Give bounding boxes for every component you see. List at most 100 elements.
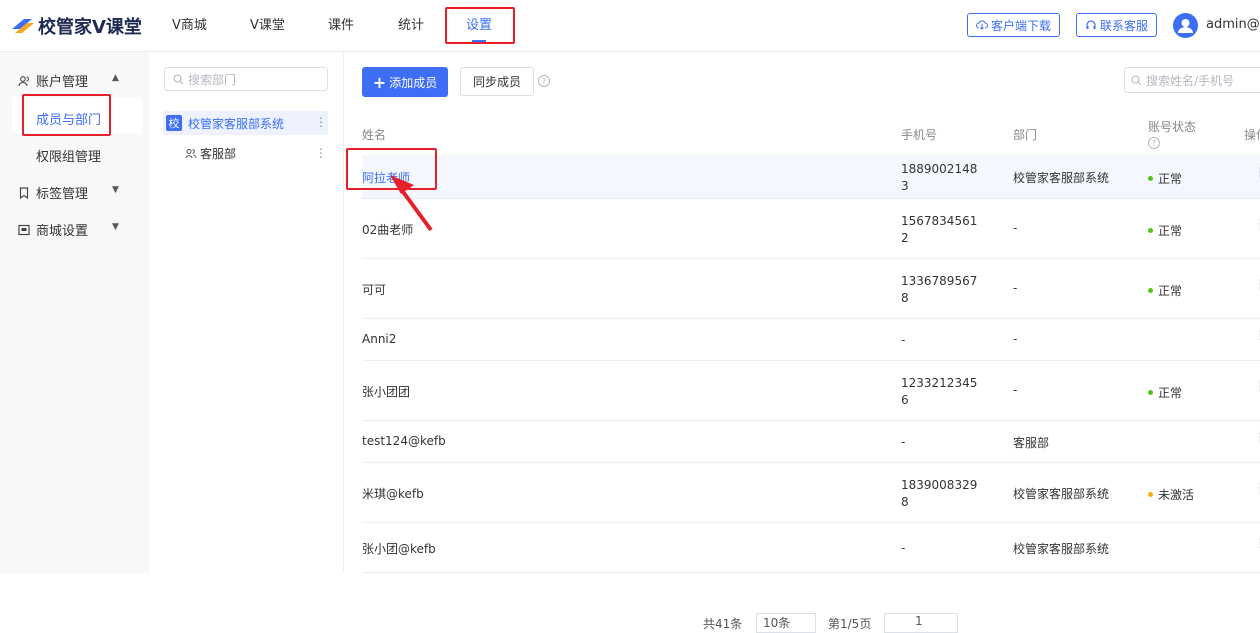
store-icon	[18, 224, 30, 235]
member-department: 客服部	[1013, 436, 1050, 450]
sidebar-group-tags[interactable]: 标签管理	[18, 183, 88, 202]
nav-item-vmall[interactable]: V商城	[172, 0, 207, 52]
row-more-options-icon[interactable]: ⋮	[1254, 277, 1260, 293]
status-label: 正常	[1158, 224, 1183, 238]
help-icon[interactable]: ?	[1148, 137, 1160, 149]
member-department: -	[1013, 383, 1018, 397]
status-label: 正常	[1158, 284, 1183, 298]
status-label: 正常	[1158, 386, 1183, 400]
sidebar-group-account-label: 账户管理	[36, 75, 89, 90]
row-more-options-icon[interactable]: ⋮	[1254, 328, 1260, 344]
sidebar-group-mall-settings-label: 商城设置	[36, 224, 89, 239]
help-icon[interactable]: ?	[538, 75, 550, 87]
department-child-label: 客服部	[200, 147, 237, 161]
member-phone: -	[901, 435, 906, 449]
sidebar-group-mall-settings[interactable]: 商城设置	[18, 220, 88, 239]
department-panel: 搜索部门 校 校管家客服部系统 ⋮ 客服部 ⋮	[149, 52, 344, 573]
caret-down-icon[interactable]: ▼	[112, 185, 119, 195]
sidebar-item-permission-groups[interactable]: 权限组管理	[36, 146, 101, 165]
row-more-options-icon[interactable]: ⋮	[1254, 430, 1260, 446]
user-name[interactable]: admin@k	[1206, 17, 1260, 32]
member-department: -	[1013, 281, 1018, 295]
status-dot-icon	[1148, 390, 1153, 395]
nav-item-settings[interactable]: 设置	[466, 0, 492, 52]
row-more-options-icon[interactable]: ⋮	[1254, 165, 1260, 181]
page-size-select[interactable]: 10条	[756, 613, 816, 633]
caret-down-icon[interactable]: ▼	[112, 222, 119, 232]
member-phone: 18390083298	[901, 478, 978, 509]
search-icon	[173, 73, 184, 84]
department-search-placeholder: 搜索部门	[188, 72, 237, 87]
org-badge: 校	[166, 115, 182, 131]
column-header-phone: 手机号	[901, 128, 938, 142]
status-badge: 正常	[1148, 384, 1182, 401]
member-name[interactable]: test124@kefb	[362, 434, 446, 448]
nav-item-statistics[interactable]: 统计	[398, 0, 424, 52]
contact-support-label: 联系客服	[1100, 18, 1149, 33]
bookmark-icon	[19, 186, 29, 199]
logo-icon	[10, 15, 36, 37]
more-options-icon[interactable]: ⋮	[315, 115, 327, 129]
status-badge: 正常	[1148, 282, 1182, 299]
department-tree-item[interactable]: 客服部	[185, 145, 236, 162]
table-row: Anni2 - - ⋮	[362, 319, 1260, 361]
top-navigation-bar: 校管家V课堂 V商城 V课堂 课件 统计 设置 客户端下载 联系客服 admin…	[0, 0, 1260, 52]
sidebar-group-tags-label: 标签管理	[36, 187, 89, 202]
sidebar-group-account[interactable]: 账户管理	[18, 71, 88, 90]
active-tab-indicator	[472, 40, 486, 42]
row-more-options-icon[interactable]: ⋮	[1254, 379, 1260, 395]
member-department: 校管家客服部系统	[1013, 171, 1110, 185]
sidebar-item-members-departments[interactable]: 成员与部门	[36, 109, 101, 128]
contact-support-button[interactable]: 联系客服	[1076, 13, 1158, 37]
member-department: 校管家客服部系统	[1013, 487, 1110, 501]
settings-sidebar: 账户管理 ▲ 成员与部门 权限组管理 标签管理 ▼ 商城设置 ▼	[0, 52, 149, 573]
group-icon	[185, 149, 197, 159]
nav-item-vclass[interactable]: V课堂	[250, 0, 285, 52]
users-icon	[18, 75, 29, 86]
current-page-value: 1	[915, 614, 923, 628]
member-name[interactable]: 可可	[362, 281, 386, 298]
page-size-value: 10条	[763, 616, 791, 630]
status-dot-icon	[1148, 228, 1153, 233]
member-phone: -	[901, 541, 906, 555]
pagination-page-info: 第1/5页	[828, 617, 872, 631]
row-more-options-icon[interactable]: ⋮	[1254, 217, 1260, 233]
member-search-input[interactable]: 搜索姓名/手机号	[1124, 67, 1260, 93]
table-row: 张小团团 12332123456 - 正常 ⋮	[362, 361, 1260, 421]
member-name[interactable]: 张小团团	[362, 383, 410, 400]
more-options-icon[interactable]: ⋮	[315, 146, 327, 160]
table-row: 02曲老师15678345612-正常⋮	[362, 199, 1260, 259]
search-icon	[1131, 74, 1142, 85]
member-name[interactable]: 张小团@kefb	[362, 540, 436, 557]
caret-up-icon[interactable]: ▲	[112, 73, 119, 83]
member-phone: 18890021483	[901, 162, 978, 193]
member-name[interactable]: 米琪@kefb	[362, 485, 424, 502]
pagination-total: 共41条	[703, 617, 743, 631]
user-icon	[1178, 19, 1193, 33]
annotation-arrow	[390, 175, 433, 232]
page-jump-input[interactable]: 1	[884, 613, 958, 633]
department-search-input[interactable]: 搜索部门	[164, 67, 328, 91]
table-row: 张小团@kefb - 校管家客服部系统 ⋮	[362, 523, 1260, 573]
nav-item-courseware[interactable]: 课件	[328, 0, 354, 52]
nav-item-settings-label: 设置	[466, 18, 493, 33]
member-department: -	[1013, 221, 1018, 235]
member-phone: 12332123456	[901, 376, 978, 407]
status-dot-icon	[1148, 176, 1153, 181]
row-more-options-icon[interactable]: ⋮	[1254, 481, 1260, 497]
status-badge: 正常	[1148, 222, 1182, 239]
members-main-panel: + 添加成员 同步成员 ? 搜索姓名/手机号 姓名 手机号 部门 账号状态 ? …	[344, 52, 1260, 633]
sync-members-button[interactable]: 同步成员	[460, 67, 534, 96]
member-name[interactable]: Anni2	[362, 332, 396, 346]
table-row: test124@kefb - 客服部 ⋮	[362, 421, 1260, 463]
row-more-options-icon[interactable]: ⋮	[1254, 536, 1260, 552]
cloud-download-icon	[976, 20, 988, 30]
department-tree-root[interactable]: 校 校管家客服部系统	[163, 111, 328, 135]
status-label: 未激活	[1158, 488, 1195, 502]
app-logo[interactable]: 校管家V课堂	[10, 12, 142, 40]
member-department: 校管家客服部系统	[1013, 542, 1110, 556]
logo-text: 校管家V课堂	[38, 17, 142, 38]
client-download-button[interactable]: 客户端下载	[967, 13, 1061, 37]
table-row: 阿拉老师18890021483校管家客服部系统正常⋮	[362, 155, 1260, 199]
user-avatar[interactable]	[1173, 13, 1198, 38]
